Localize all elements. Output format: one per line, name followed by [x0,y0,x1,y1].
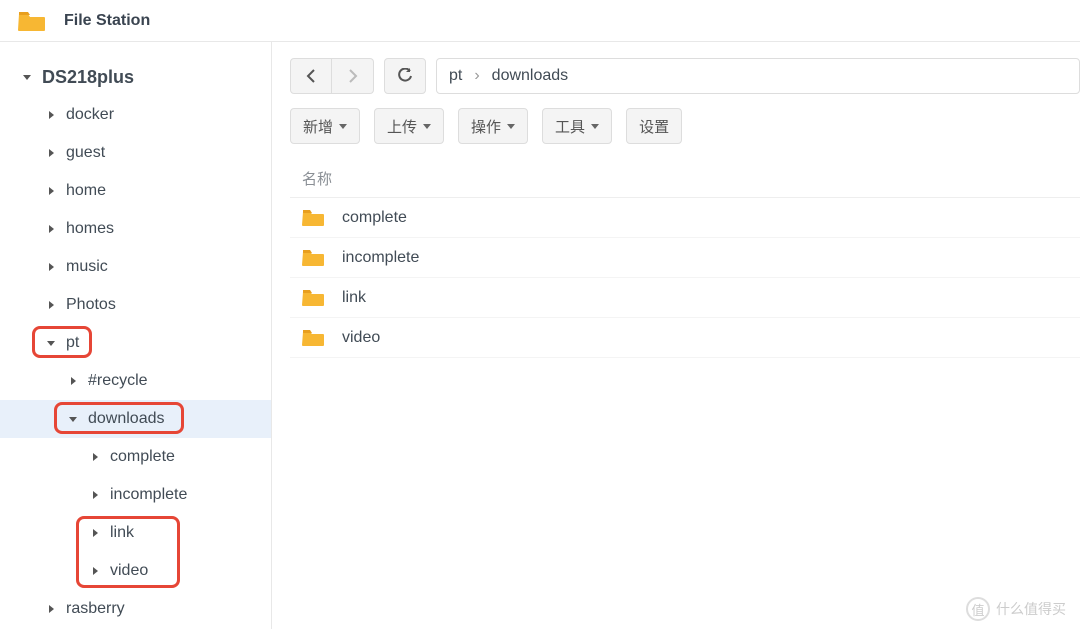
tree-root-node[interactable]: DS218plus [0,58,271,96]
tree-node-downloads[interactable]: downloads [0,400,271,438]
action-button[interactable]: 操作 [458,108,528,144]
tree-node-link[interactable]: link [0,514,271,552]
chevron-down-icon [423,124,431,129]
chevron-down-icon [591,124,599,129]
settings-button[interactable]: 设置 [626,108,682,144]
column-header-name[interactable]: 名称 [290,162,1080,198]
chevron-right-icon [90,566,100,576]
tree-node-rasberry[interactable]: rasberry [0,590,271,628]
file-row[interactable]: incomplete [290,238,1080,278]
new-button[interactable]: 新增 [290,108,360,144]
nav-back-forward-group [290,58,374,94]
tree-node-incomplete[interactable]: incomplete [0,476,271,514]
folder-logo-icon [18,10,46,32]
chevron-right-icon [90,528,100,538]
chevron-right-icon [46,604,56,614]
chevron-down-icon [507,124,515,129]
chevron-down-icon [46,338,56,348]
breadcrumb-bar[interactable]: pt › downloads [436,58,1080,94]
file-name: video [342,329,380,347]
chevron-right-icon [90,452,100,462]
chevron-right-icon [46,148,56,158]
tree-node-video[interactable]: video [0,552,271,590]
chevron-left-icon [306,69,316,83]
app-header: File Station [0,0,1080,42]
chevron-right-icon [46,186,56,196]
tree-node-home[interactable]: home [0,172,271,210]
file-name: complete [342,209,407,227]
tree-node-complete[interactable]: complete [0,438,271,476]
chevron-right-icon [46,110,56,120]
action-toolbar: 新增 上传 操作 工具 设置 [290,108,1080,144]
chevron-right-icon: › [474,67,479,85]
refresh-icon [397,68,413,84]
main-panel: pt › downloads 新增 上传 操作 工具 设置 名称 complet… [272,42,1080,629]
folder-icon [302,209,324,227]
file-name: link [342,289,366,307]
folder-icon [302,289,324,307]
chevron-down-icon [68,414,78,424]
folder-tree-sidebar: DS218plus docker guest home homes music … [0,42,272,629]
file-row[interactable]: link [290,278,1080,318]
watermark-badge: 值 [966,597,990,621]
file-name: incomplete [342,249,419,267]
tree-node-docker[interactable]: docker [0,96,271,134]
chevron-right-icon [46,262,56,272]
tree-node-guest[interactable]: guest [0,134,271,172]
folder-icon [302,249,324,267]
refresh-button[interactable] [384,58,426,94]
app-title: File Station [64,12,150,30]
breadcrumb-part[interactable]: pt [449,67,462,85]
folder-icon [302,329,324,347]
tree-node-photos[interactable]: Photos [0,286,271,324]
chevron-right-icon [46,300,56,310]
tree-node-recycle[interactable]: #recycle [0,362,271,400]
nav-toolbar: pt › downloads [290,58,1080,94]
highlight-pt [32,326,92,358]
chevron-down-icon [339,124,347,129]
chevron-right-icon [90,490,100,500]
breadcrumb-part[interactable]: downloads [492,67,569,85]
tools-button[interactable]: 工具 [542,108,612,144]
back-button[interactable] [290,58,332,94]
forward-button[interactable] [332,58,374,94]
watermark: 值 什么值得买 [966,597,1066,621]
tree-node-homes[interactable]: homes [0,210,271,248]
upload-button[interactable]: 上传 [374,108,444,144]
file-row[interactable]: complete [290,198,1080,238]
watermark-text: 什么值得买 [996,599,1066,619]
tree-node-pt[interactable]: pt [0,324,271,362]
chevron-right-icon [68,376,78,386]
chevron-down-icon [22,72,32,82]
chevron-right-icon [348,69,358,83]
chevron-right-icon [46,224,56,234]
file-row[interactable]: video [290,318,1080,358]
tree-node-music[interactable]: music [0,248,271,286]
